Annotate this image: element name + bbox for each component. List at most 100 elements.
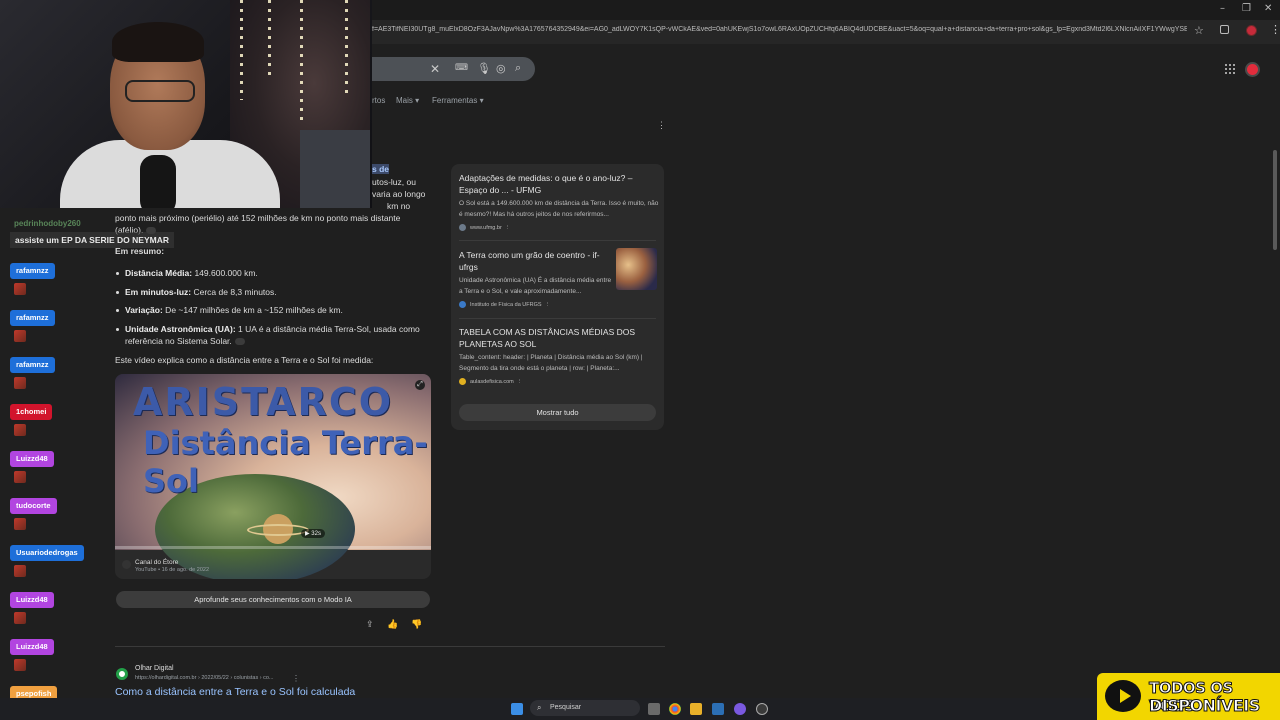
divider <box>115 646 665 647</box>
result-menu-icon[interactable]: ⋮ <box>292 674 300 683</box>
taskbar <box>0 698 1280 720</box>
chat-emote-icon <box>14 471 26 483</box>
restore-icon[interactable]: ❐ <box>1242 3 1251 14</box>
list-item: Variação: De ~147 milhões de km a ~152 m… <box>116 304 435 316</box>
discord-icon[interactable] <box>734 703 746 715</box>
video-duration-text: 32s <box>311 531 321 537</box>
chrome-icon[interactable] <box>669 703 681 715</box>
microphone-icon[interactable]: 🎙 <box>477 62 491 75</box>
bullet-term: Em minutos-luz: <box>125 286 192 297</box>
tab-more[interactable]: Mais ▾ <box>396 96 419 105</box>
source-link-icon[interactable] <box>234 337 245 345</box>
source-favicon <box>459 378 466 385</box>
chat-username: rafamnzz <box>10 263 55 279</box>
minimize-icon[interactable]: – <box>1220 3 1225 14</box>
chat-username: 1chomei <box>10 404 53 420</box>
bullet-text: De ~147 milhões de km a ~152 milhões de … <box>162 305 343 315</box>
source-favicon <box>459 301 466 308</box>
windows-start-icon[interactable] <box>511 703 523 715</box>
extensions-icon[interactable] <box>1220 25 1229 34</box>
steam-icon[interactable] <box>712 703 724 715</box>
close-icon[interactable]: ✕ <box>1264 3 1272 14</box>
bookmark-star-icon[interactable]: ☆ <box>1194 24 1204 37</box>
keyboard-icon[interactable]: ⌨ <box>455 62 468 73</box>
share-icon[interactable]: ⇪ <box>366 619 374 630</box>
ai-overview-menu-icon[interactable]: ⋮ <box>657 120 666 131</box>
video-card[interactable]: ARISTARCO Distância Terra-Sol ⤢ ▶ 32s Ca… <box>115 374 431 579</box>
saturn-ring <box>247 524 309 536</box>
search-icon: ⌕ <box>537 703 542 712</box>
list-item: Distância Média: 149.600.000 km. <box>116 267 435 279</box>
result-site-name[interactable]: Olhar Digital <box>135 665 174 672</box>
source-title[interactable]: TABELA COM AS DISTÂNCIAS MÉDIAS DOS PLAN… <box>459 326 659 350</box>
account-avatar[interactable] <box>1245 62 1260 77</box>
bullet-text: 149.600.000 km. <box>192 268 258 278</box>
lens-icon[interactable]: ◎ <box>496 62 506 75</box>
chat-username: rafamnzz <box>10 357 55 373</box>
chat-username: rafamnzz <box>10 310 55 326</box>
google-apps-icon[interactable] <box>1225 64 1235 74</box>
video-intro: Este vídeo explica como a distância entr… <box>115 355 374 365</box>
string-lights <box>300 0 303 120</box>
taskbar-search-label: Pesquisar <box>550 704 582 711</box>
thumbs-down-icon[interactable]: 👎 <box>411 619 422 630</box>
taskbar-search[interactable]: ⌕ Pesquisar <box>530 700 640 716</box>
source-title[interactable]: A Terra como um grão de coentro - if-ufr… <box>459 249 609 273</box>
result-site-url[interactable]: https://olhardigital.com.br › 2022/05/22… <box>135 675 274 681</box>
snippet-line: ponto mais próximo (periélio) até 152 mi… <box>115 213 401 223</box>
search-box[interactable]: ✕ ⌨ 🎙 ◎ ⌕ <box>372 57 535 81</box>
chat-username: pedrinhodoby260 <box>14 219 81 228</box>
result-title-link[interactable]: Como a distância entre a Terra e o Sol f… <box>115 686 355 698</box>
chat-message: assiste um EP DA SERIE DO NEYMAR <box>10 232 174 248</box>
clear-search-icon[interactable]: ✕ <box>430 62 440 76</box>
address-bar[interactable]: f=AE3TifNEI30UTg8_muElxD8OzF3AJavNpw%3A1… <box>372 26 1187 33</box>
chat-username: Luizzd48 <box>10 451 54 467</box>
source-site[interactable]: www.ufmg.br ⋮ <box>459 224 510 231</box>
video-progress <box>115 546 431 549</box>
chat-username: Luizzd48 <box>10 639 54 655</box>
background-monitor <box>300 130 370 208</box>
video-thumbnail[interactable]: ARISTARCO Distância Terra-Sol ⤢ ▶ 32s <box>115 374 431 579</box>
microphone <box>140 155 176 208</box>
chat-emote-icon <box>14 330 26 342</box>
play-icon <box>1120 689 1131 703</box>
chat-emote-icon <box>14 283 26 295</box>
obs-icon[interactable] <box>756 703 768 715</box>
expand-icon[interactable]: ⤢ <box>415 380 425 390</box>
list-item: Em minutos-luz: Cerca de 8,3 minutos. <box>116 286 435 298</box>
profile-icon[interactable] <box>1246 25 1257 36</box>
thumbs-up-icon[interactable]: 👍 <box>387 619 398 630</box>
bullet-text: Cerca de 8,3 minutos. <box>191 286 277 297</box>
thumbnail-subtitle: Distância Terra-Sol <box>143 424 428 500</box>
snippet-line: utos-luz, ou <box>372 177 416 187</box>
chat-emote-icon <box>14 518 26 530</box>
list-item: Unidade Astronômica (UA): 1 UA é a distâ… <box>116 323 435 347</box>
browser-menu-icon[interactable]: ⋮ <box>1270 23 1280 36</box>
source-site[interactable]: aulasdefisica.com ⋮ <box>459 378 522 385</box>
vods-banner: TODOS OS VODS DISPONÍVEIS <box>1097 673 1280 720</box>
file-explorer-icon[interactable] <box>690 703 702 715</box>
summary-list: Distância Média: 149.600.000 km. Em minu… <box>116 267 435 353</box>
chat-emote-icon <box>14 424 26 436</box>
tab-more-label: Mais <box>396 96 413 105</box>
tab-tools[interactable]: Ferramentas ▾ <box>432 96 484 105</box>
task-view-icon[interactable] <box>648 703 660 715</box>
thumbnail-title: ARISTARCO <box>133 380 394 424</box>
site-favicon <box>116 668 128 680</box>
search-icon[interactable]: ⌕ <box>515 62 521 75</box>
source-description: Table_content: header: | Planeta | Distâ… <box>459 354 643 372</box>
show-all-button[interactable]: Mostrar tudo <box>459 404 656 421</box>
sources-panel: Adaptações de medidas: o que é o ano-luz… <box>451 164 664 430</box>
chat-emote-icon <box>14 377 26 389</box>
source-site-label: www.ufmg.br <box>470 224 502 231</box>
scrollbar[interactable] <box>1273 150 1277 250</box>
tab-partial[interactable]: rtos <box>372 96 385 105</box>
source-title[interactable]: Adaptações de medidas: o que é o ano-luz… <box>459 172 659 196</box>
ai-mode-button[interactable]: Aprofunde seus conhecimentos com o Modo … <box>116 591 430 608</box>
snippet-line: varia ao longo <box>372 189 426 199</box>
source-thumbnail[interactable] <box>616 248 657 290</box>
source-site[interactable]: Instituto de Física da UFRGS ⋮ <box>459 301 550 308</box>
bullet-term: Distância Média: <box>125 268 193 278</box>
chat-username: Luizzd48 <box>10 592 54 608</box>
channel-name[interactable]: Canal do Étore <box>135 559 178 566</box>
